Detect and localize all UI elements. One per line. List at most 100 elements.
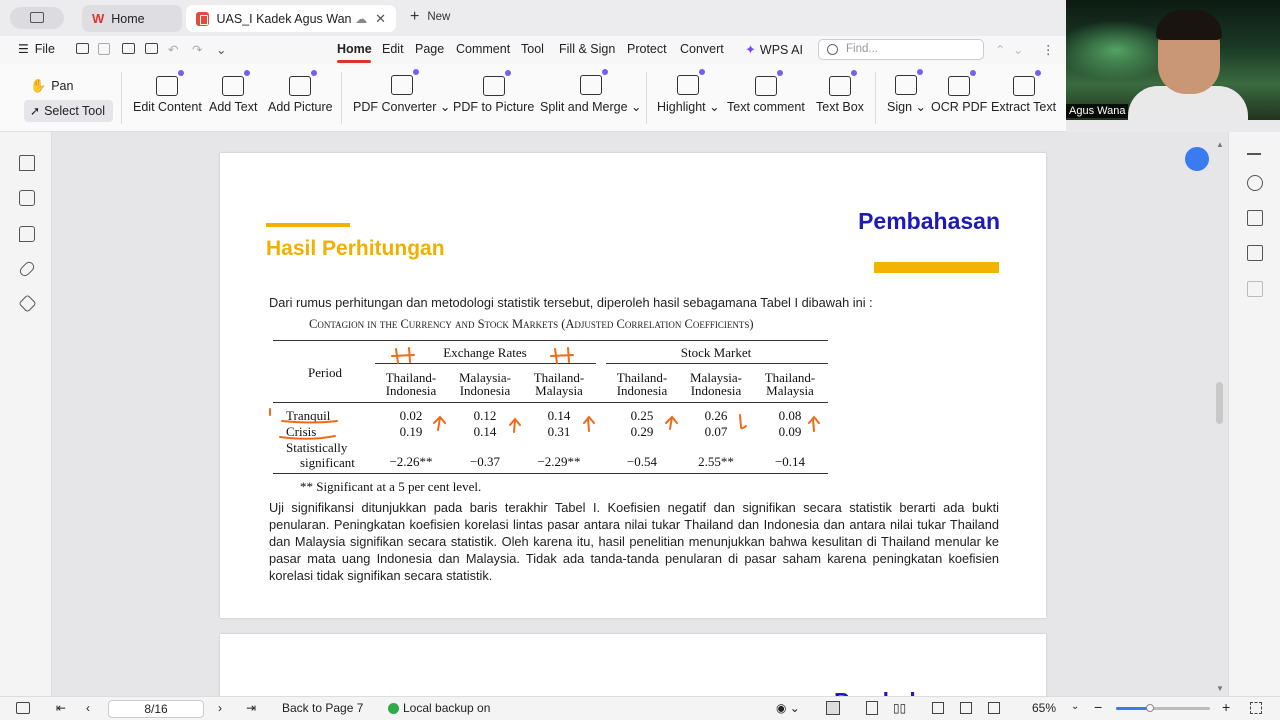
add-picture-button[interactable]: Add Picture [268, 64, 333, 128]
search-icon [827, 44, 838, 55]
zoom-slider[interactable] [1116, 704, 1210, 712]
menu-page[interactable]: Page [415, 42, 444, 56]
thumbnail-icon[interactable] [19, 190, 35, 206]
collapse-icon[interactable] [1247, 153, 1261, 155]
tab-document[interactable]: UAS_I Kadek Agus Wana ☁ ✕ [186, 5, 396, 32]
bookmark-icon[interactable] [19, 155, 35, 171]
pdf-to-picture-icon [482, 70, 511, 96]
ocr-pdf-label: OCR PDF [931, 100, 988, 114]
text-comment-button[interactable]: Text comment [727, 64, 805, 128]
add-text-button[interactable]: Add Text [209, 64, 257, 128]
new-tab-label: New [427, 11, 451, 23]
text-comment-label: Text comment [727, 100, 805, 114]
prev-page-icon[interactable]: ‹ [86, 701, 90, 715]
vertical-scrollbar-thumb[interactable] [1216, 382, 1223, 424]
save-icon[interactable] [98, 43, 110, 55]
wps-ai-button[interactable]: ✦ WPS AI [745, 42, 803, 58]
right-sidebar [1228, 132, 1280, 696]
fit-page-icon[interactable] [932, 702, 944, 714]
menu-comment[interactable]: Comment [456, 42, 510, 56]
apps-grid-icon[interactable] [1247, 281, 1263, 297]
menu-protect[interactable]: Protect [627, 42, 667, 56]
extract-text-button[interactable]: Extract Text [991, 64, 1056, 128]
split-merge-button[interactable]: Split and Merge ⌄ [540, 64, 642, 128]
find-next-icon[interactable]: ⌄ [1013, 42, 1023, 57]
redo-icon[interactable]: ↷ [192, 42, 202, 57]
more-options-icon[interactable]: ⋮ [1042, 42, 1055, 57]
attachment-icon[interactable] [17, 259, 37, 279]
cloud-icon: ☁ [355, 11, 368, 26]
settings-sliders-icon[interactable] [1247, 210, 1263, 226]
webcam-overlay: Agus Wana [1066, 0, 1280, 120]
up-arrow-mark [583, 415, 595, 432]
scroll-up-icon[interactable]: ▲ [1216, 140, 1224, 149]
zoom-in-icon[interactable]: + [1222, 699, 1230, 715]
search-icon[interactable] [1247, 175, 1263, 191]
sidebar-toggle-icon[interactable] [16, 702, 30, 714]
edit-content-icon [156, 70, 185, 96]
sign-button[interactable]: Sign ⌄ [887, 64, 926, 128]
find-input[interactable]: Find... [818, 39, 984, 60]
new-tab-button[interactable]: + New [410, 8, 451, 25]
ribbon-separator [341, 72, 342, 124]
first-page-icon[interactable]: ⇤ [56, 701, 66, 715]
last-page-icon[interactable]: ⇥ [246, 701, 256, 715]
menu-fill-sign[interactable]: Fill & Sign [559, 42, 615, 56]
edit-content-label: Edit Content [133, 100, 202, 114]
handwritten-h-mark [550, 347, 574, 364]
zoom-level[interactable]: 65% [1032, 701, 1056, 715]
tab-home[interactable]: W Home [82, 5, 182, 32]
fit-width-icon[interactable] [960, 702, 972, 714]
split-merge-icon [579, 69, 608, 95]
backup-status[interactable]: Local backup on [388, 701, 490, 715]
pdf-converter-icon [390, 69, 419, 95]
ocr-pdf-button[interactable]: OCR PDF [931, 64, 987, 128]
single-page-view-icon[interactable] [826, 701, 840, 715]
open-folder-icon[interactable] [76, 43, 89, 54]
back-to-page-link[interactable]: Back to Page 7 [282, 701, 363, 715]
sparkle-icon: ✦ [745, 42, 756, 57]
close-tab-icon[interactable]: ✕ [375, 11, 386, 27]
document-viewport[interactable]: Pembahasan Hasil Perhitungan Dari rumus … [52, 132, 1228, 696]
two-page-view-icon[interactable]: ▯▯ [893, 701, 906, 715]
continuous-view-icon[interactable] [866, 701, 878, 715]
read-mode-icon[interactable] [1247, 245, 1263, 261]
up-arrow-mark [433, 415, 446, 431]
fullscreen-icon[interactable] [1250, 702, 1262, 714]
menu-edit[interactable]: Edit [382, 42, 404, 56]
thumbnail-view-icon[interactable] [988, 702, 1000, 714]
menu-convert[interactable]: Convert [680, 42, 724, 56]
text-box-button[interactable]: Text Box [816, 64, 864, 128]
status-bar: ⇤ ‹ 8/16 › ⇥ Back to Page 7 Local backup… [0, 696, 1280, 720]
select-tool[interactable]: ➚ Select Tool [24, 100, 113, 122]
add-picture-label: Add Picture [268, 100, 333, 114]
page-number-input[interactable]: 8/16 [108, 700, 204, 718]
layers-icon[interactable] [18, 294, 37, 313]
edit-content-button[interactable]: Edit Content [133, 64, 202, 128]
highlight-button[interactable]: Highlight ⌄ [657, 64, 720, 128]
menu-home[interactable]: Home [337, 42, 372, 56]
menu-tool[interactable]: Tool [521, 42, 544, 56]
zoom-slider-thumb[interactable] [1146, 704, 1154, 712]
file-menu[interactable]: ☰ File [18, 42, 55, 56]
print-preview-icon[interactable] [122, 43, 135, 54]
zoom-out-icon[interactable]: − [1094, 699, 1102, 715]
pan-tool[interactable]: ✋ Pan [30, 78, 73, 94]
print-icon[interactable] [145, 43, 158, 54]
pdf-converter-button[interactable]: PDF Converter ⌄ [353, 64, 450, 128]
eye-mode-icon[interactable]: ◉ ⌄ [776, 701, 800, 715]
pdf-to-picture-button[interactable]: PDF to Picture [453, 64, 534, 128]
floating-assistant-icon[interactable] [1185, 147, 1209, 171]
scroll-down-icon[interactable]: ▼ [1216, 684, 1224, 693]
next-page-icon[interactable]: › [218, 701, 222, 715]
undo-icon[interactable]: ↶ [168, 42, 178, 57]
more-quick-icon[interactable]: ⌄ [216, 42, 226, 57]
zoom-dropdown-icon[interactable]: ⌄ [1071, 701, 1079, 712]
comment-icon[interactable] [19, 226, 35, 242]
find-placeholder: Find... [846, 43, 878, 55]
table-footnote: ** Significant at a 5 per cent level. [300, 479, 482, 494]
window-switch-button[interactable] [10, 7, 64, 29]
left-sidebar [0, 132, 52, 696]
plus-icon: + [410, 8, 420, 25]
find-prev-icon[interactable]: ⌃ [995, 42, 1005, 57]
